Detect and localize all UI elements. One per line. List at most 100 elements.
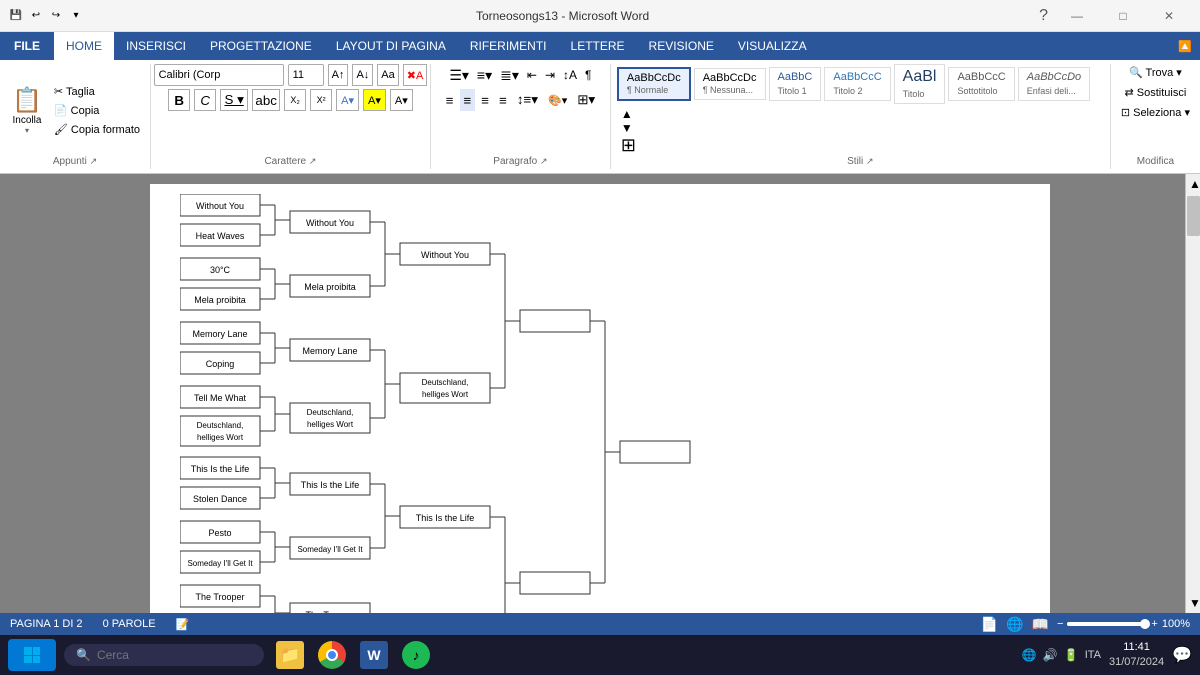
font-size-increase[interactable]: A↑ [328, 64, 349, 86]
style-title1[interactable]: AaBbC Titolo 1 [769, 67, 822, 101]
align-center-button[interactable]: ≡ [460, 89, 476, 111]
strikethrough-button[interactable]: abc [252, 89, 280, 111]
taskbar-spotify[interactable]: ♪ [398, 639, 434, 671]
document-page: Without You Heat Waves 30°C Mela proibit… [150, 184, 1050, 613]
font-size-decrease[interactable]: A↓ [352, 64, 373, 86]
line-spacing-button[interactable]: ↕≡▾ [513, 89, 542, 111]
taskbar-right: 🌐 🔊 🔋 ITA 11:41 31/07/2024 💬 [1022, 640, 1192, 671]
cut-button[interactable]: ✂ Taglia [50, 83, 144, 100]
subscript-button[interactable]: X₂ [284, 89, 306, 111]
text-effects-button[interactable]: A▾ [390, 89, 413, 111]
search-input[interactable] [97, 648, 247, 662]
style-title[interactable]: AaBl Titolo [894, 64, 946, 104]
sort-button[interactable]: ↕A [560, 64, 580, 86]
taskbar-chrome[interactable] [314, 639, 350, 671]
scroll-up-button[interactable]: ▲ [1186, 174, 1200, 194]
zoom-in-button[interactable]: + [1151, 618, 1157, 630]
borders-button[interactable]: ⊞▾ [573, 89, 599, 111]
taskbar-search[interactable]: 🔍 [64, 644, 264, 666]
italic-button[interactable]: C [194, 89, 216, 111]
justify-button[interactable]: ≡ [495, 89, 511, 111]
view-read-icon[interactable]: 📖 [1032, 616, 1049, 633]
show-formatting-button[interactable]: ¶ [582, 64, 594, 86]
tab-file[interactable]: FILE [0, 32, 54, 60]
taskbar-word[interactable]: W [356, 639, 392, 671]
word-count: 0 PAROLE [103, 618, 156, 630]
font-color-button[interactable]: A▾ [336, 89, 359, 111]
multilevel-button[interactable]: ≣▾ [497, 64, 522, 86]
undo-icon[interactable]: ↩ [28, 8, 44, 24]
tab-visualizza[interactable]: VISUALIZZA [726, 32, 819, 60]
clock-date: 31/07/2024 [1109, 655, 1164, 670]
tab-lettere[interactable]: LETTERE [559, 32, 637, 60]
shading-button[interactable]: 🎨▾ [544, 89, 571, 111]
scroll-down-button[interactable]: ▼ [1186, 593, 1200, 613]
close-button[interactable]: ✕ [1146, 0, 1192, 32]
styles-scroll[interactable]: ▲ ▼ ⊞ [617, 107, 640, 156]
battery-icon[interactable]: 🔋 [1064, 648, 1079, 662]
zoom-slider[interactable] [1067, 622, 1147, 626]
font-row2: B C S ▾ abc X₂ X² A▾ A▾ A▾ [168, 89, 413, 111]
editing-label: Modifica [1137, 156, 1174, 169]
replace-button[interactable]: ⇄ Sostituisci [1121, 84, 1191, 101]
paste-button[interactable]: 📋 Incolla ▾ [6, 83, 48, 138]
vertical-scrollbar[interactable]: ▲ ▼ [1185, 174, 1200, 613]
scroll-thumb[interactable] [1187, 196, 1200, 236]
tab-home[interactable]: HOME [54, 32, 114, 60]
tab-layout[interactable]: LAYOUT DI PAGINA [324, 32, 458, 60]
svg-text:Without You: Without You [196, 201, 244, 211]
help-icon[interactable]: ? [1033, 3, 1054, 29]
redo-icon[interactable]: ↪ [48, 8, 64, 24]
style-normal[interactable]: AaBbCcDc ¶ Normale [617, 67, 691, 101]
tab-riferimenti[interactable]: RIFERIMENTI [458, 32, 559, 60]
system-tray: 🌐 🔊 🔋 ITA [1022, 648, 1101, 662]
underline-button[interactable]: S ▾ [220, 89, 248, 111]
style-no-spacing[interactable]: AaBbCcDc ¶ Nessuna... [694, 68, 766, 100]
customize-icon[interactable]: ▾ [68, 8, 84, 24]
view-web-icon[interactable]: 🌐 [1006, 616, 1023, 633]
select-button[interactable]: ⊡ Seleziona ▾ [1117, 104, 1194, 121]
find-button[interactable]: 🔍 Trova ▾ [1125, 64, 1186, 81]
zoom-out-button[interactable]: − [1057, 618, 1063, 630]
tab-progettazione[interactable]: PROGETTAZIONE [198, 32, 324, 60]
superscript-button[interactable]: X² [310, 89, 332, 111]
volume-icon[interactable]: 🔊 [1043, 648, 1058, 662]
change-case-button[interactable]: Aa [377, 64, 398, 86]
align-left-button[interactable]: ≡ [442, 89, 458, 111]
numbering-button[interactable]: ≡▾ [474, 64, 495, 86]
network-icon[interactable]: 🌐 [1022, 648, 1037, 662]
style-emphasis[interactable]: AaBbCcDo Enfasi deli... [1018, 67, 1090, 101]
taskbar-clock[interactable]: 11:41 31/07/2024 [1109, 640, 1164, 671]
font-size-input[interactable] [288, 64, 324, 86]
decrease-indent-button[interactable]: ⇤ [524, 64, 540, 86]
style-title2[interactable]: AaBbCcC Titolo 2 [824, 67, 890, 101]
view-print-icon[interactable]: 📄 [981, 616, 998, 633]
minimize-button[interactable]: — [1054, 0, 1100, 32]
notification-icon[interactable]: 💬 [1172, 645, 1192, 665]
copy-button[interactable]: 📄 Copia [50, 102, 144, 119]
increase-indent-button[interactable]: ⇥ [542, 64, 558, 86]
align-right-button[interactable]: ≡ [477, 89, 493, 111]
tab-revisione[interactable]: REVISIONE [637, 32, 726, 60]
font-label: Carattere ↗ [264, 156, 316, 169]
format-painter-button[interactable]: 🖌 Copia formato [50, 121, 144, 138]
font-family-input[interactable] [154, 64, 284, 86]
titlebar: 💾 ↩ ↪ ▾ Torneosongs13 - Microsoft Word ?… [0, 0, 1200, 32]
bullets-button[interactable]: ☰▾ [446, 64, 472, 86]
highlight-button[interactable]: A▾ [363, 89, 386, 111]
zoom-thumb[interactable] [1140, 619, 1150, 629]
bold-button[interactable]: B [168, 89, 190, 111]
svg-text:This Is the Life: This Is the Life [301, 480, 360, 490]
clear-format-button[interactable]: ✖A [403, 64, 428, 86]
svg-text:Tell Me What: Tell Me What [194, 393, 247, 403]
save-icon[interactable]: 💾 [8, 8, 24, 24]
maximize-button[interactable]: □ [1100, 0, 1146, 32]
track-changes-icon[interactable]: 📝 [176, 618, 190, 631]
clipboard-buttons: 📋 Incolla ▾ ✂ Taglia 📄 Copia 🖌 Copia for… [6, 64, 144, 156]
tab-inserisci[interactable]: INSERISCI [114, 32, 198, 60]
start-button[interactable] [8, 639, 56, 671]
taskbar-file-explorer[interactable]: 📁 [272, 639, 308, 671]
style-subtitle[interactable]: AaBbCcC Sottotitolo [948, 67, 1014, 101]
ribbon-collapse-icon[interactable]: 🔼 [1178, 40, 1192, 53]
svg-text:helliges Wort: helliges Wort [197, 433, 244, 442]
